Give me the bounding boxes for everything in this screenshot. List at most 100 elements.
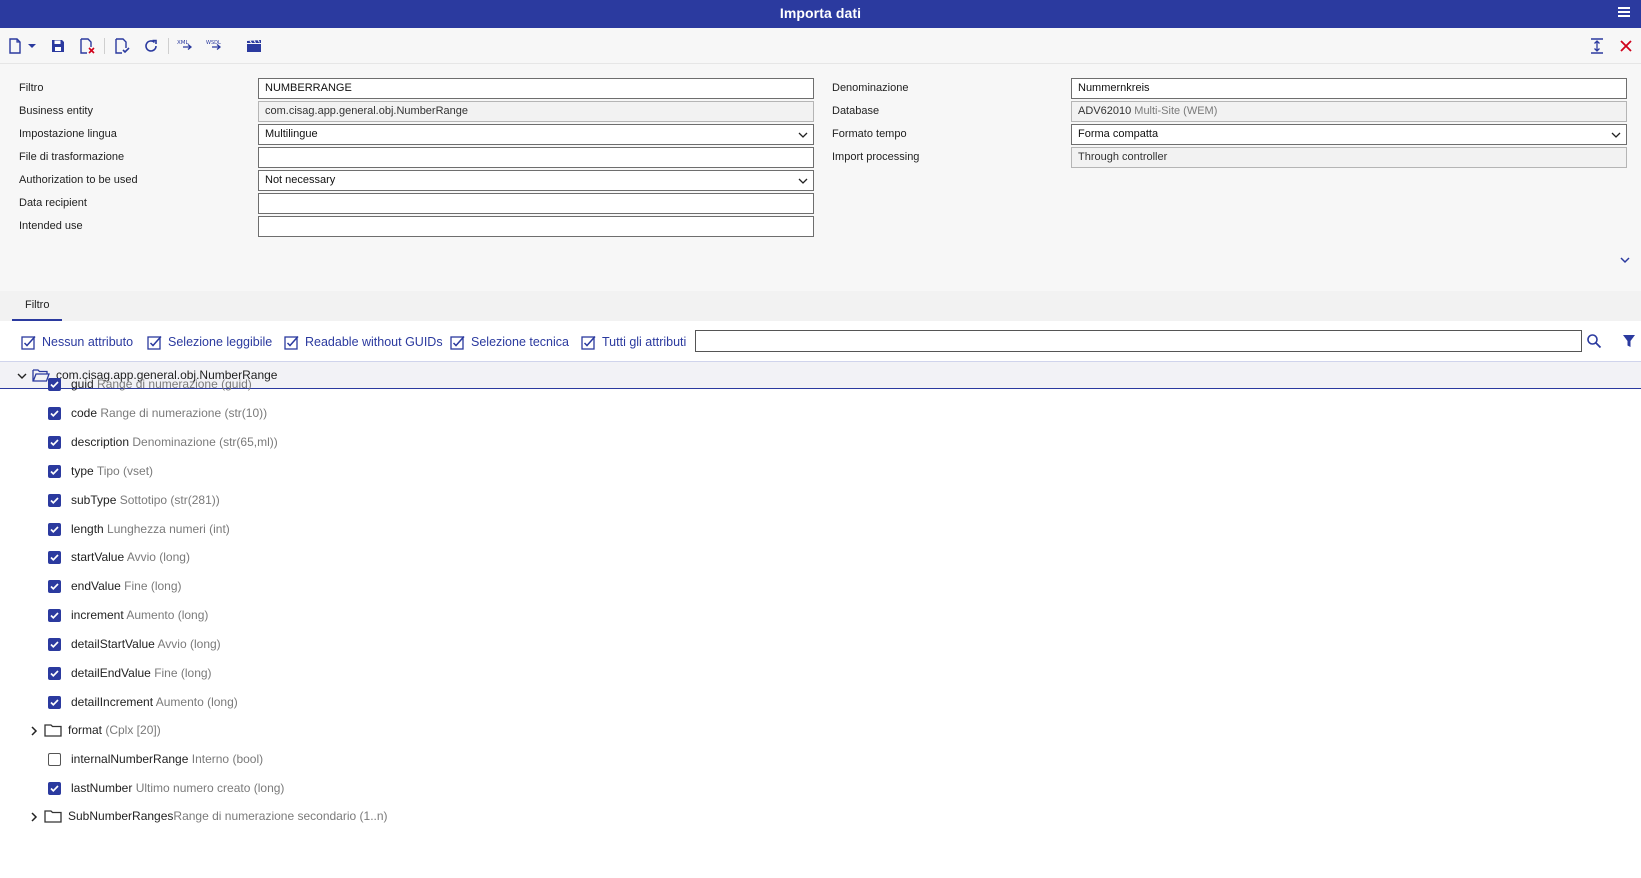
tree-attribute-row[interactable]: type Tipo (vset) <box>0 460 1641 486</box>
checkmark-icon <box>50 583 59 591</box>
attribute-name: internalNumberRange <box>71 752 189 766</box>
attribute-desc: Fine (long) <box>154 666 212 680</box>
transformation-file-input[interactable] <box>258 147 814 168</box>
attribute-checkbox[interactable] <box>48 580 61 593</box>
refresh-button[interactable] <box>142 37 160 55</box>
attribute-desc: Fine (long) <box>124 579 182 593</box>
tree-group-row[interactable]: SubNumberRangesRange di numerazione seco… <box>0 805 1641 831</box>
filter-icon[interactable] <box>1622 334 1636 348</box>
tree-attribute-row[interactable]: lastNumber Ultimo numero creato (long) <box>0 777 1641 803</box>
no-attributes-button[interactable]: Nessun attributo <box>21 333 133 351</box>
new-document-button[interactable] <box>6 37 24 55</box>
wsdl-export-icon: WSDL <box>206 40 222 50</box>
discard-button[interactable] <box>78 37 96 55</box>
attribute-name: detailEndValue <box>71 666 151 680</box>
attribute-checkbox[interactable] <box>48 436 61 449</box>
readable-without-guids-button[interactable]: Readable without GUIDs <box>284 333 443 351</box>
tab-filtro[interactable]: Filtro <box>12 291 63 321</box>
new-dropdown-button[interactable] <box>26 37 38 55</box>
close-button[interactable] <box>1617 37 1635 55</box>
time-format-label: Formato tempo <box>832 128 907 140</box>
tree-attribute-row[interactable]: detailStartValue Avvio (long) <box>0 633 1641 659</box>
attribute-checkbox[interactable] <box>48 494 61 507</box>
attribute-checkbox[interactable] <box>48 609 61 622</box>
intended-use-label: Intended use <box>19 220 83 232</box>
checkmark-icon <box>50 410 59 418</box>
tree-attribute-label: length Lunghezza numeri (int) <box>71 522 230 536</box>
tree-attribute-label: internalNumberRange Interno (bool) <box>71 752 263 766</box>
attribute-checkbox[interactable] <box>48 753 61 766</box>
document-delete-icon <box>80 38 95 54</box>
tree-attribute-label: description Denominazione (str(65,ml)) <box>71 435 278 449</box>
tree-group-row[interactable]: format (Cplx [20]) <box>0 719 1641 745</box>
attribute-checkbox[interactable] <box>48 465 61 478</box>
attribute-checkbox[interactable] <box>48 638 61 651</box>
tree-attribute-row[interactable]: code Range di numerazione (str(10)) <box>0 402 1641 428</box>
chevron-down-icon <box>798 178 808 184</box>
tree-attribute-row[interactable]: startValue Avvio (long) <box>0 546 1641 572</box>
technical-selection-button[interactable]: Selezione tecnica <box>450 333 569 351</box>
readable-selection-button[interactable]: Selezione leggibile <box>147 333 272 351</box>
tree-attribute-row[interactable]: endValue Fine (long) <box>0 575 1641 601</box>
tree-attribute-label: detailEndValue Fine (long) <box>71 666 212 680</box>
clapperboard-button[interactable] <box>245 37 263 55</box>
attribute-checkbox[interactable] <box>48 551 61 564</box>
readable-without-guids-label: Readable without GUIDs <box>305 335 443 349</box>
tab-bar: Filtro <box>0 291 1641 321</box>
time-format-value: Forma compatta <box>1078 128 1159 140</box>
tree-attribute-label: type Tipo (vset) <box>71 464 153 478</box>
tree-attribute-row[interactable]: length Lunghezza numeri (int) <box>0 518 1641 544</box>
attribute-desc: Tipo (vset) <box>96 464 154 478</box>
data-recipient-input[interactable] <box>258 193 814 214</box>
checkmark-icon <box>50 785 59 793</box>
attribute-desc: Avvio (long) <box>157 637 221 651</box>
attribute-checkbox[interactable] <box>48 667 61 680</box>
time-format-select[interactable]: Forma compatta <box>1071 124 1627 145</box>
denomination-input[interactable]: Nummernkreis <box>1071 78 1627 99</box>
attribute-name: lastNumber <box>71 781 133 795</box>
attribute-checkbox[interactable] <box>48 378 61 391</box>
chevron-down-icon <box>798 132 808 138</box>
attribute-desc: Ultimo numero creato (long) <box>135 781 285 795</box>
checklist-icon <box>147 335 162 350</box>
tree-attribute-row[interactable]: detailEndValue Fine (long) <box>0 662 1641 688</box>
tree-attribute-label: lastNumber Ultimo numero creato (long) <box>71 781 284 795</box>
tree-attribute-row[interactable]: subType Sottotipo (str(281)) <box>0 489 1641 515</box>
attribute-checkbox[interactable] <box>48 782 61 795</box>
attribute-desc: Aumento (long) <box>126 608 209 622</box>
tree-attribute-row[interactable]: guid Range di numerazione (guid) <box>0 373 1641 399</box>
search-icon[interactable] <box>1586 333 1602 349</box>
tree-attribute-row[interactable]: increment Aumento (long) <box>0 604 1641 630</box>
checkmark-icon <box>50 439 59 447</box>
attribute-checkbox[interactable] <box>48 696 61 709</box>
filter-input[interactable]: NUMBERRANGE <box>258 78 814 99</box>
attribute-name: type <box>71 464 94 478</box>
tree-attribute-label: detailStartValue Avvio (long) <box>71 637 221 651</box>
check-document-button[interactable] <box>113 37 131 55</box>
chevron-right-icon[interactable] <box>28 725 40 737</box>
intended-use-input[interactable] <box>258 216 814 237</box>
attribute-desc: Sottotipo (str(281)) <box>119 493 220 507</box>
save-button[interactable] <box>49 37 67 55</box>
language-setting-select[interactable]: Multilingue <box>258 124 814 145</box>
authorization-select[interactable]: Not necessary <box>258 170 814 191</box>
tree-attribute-row[interactable]: description Denominazione (str(65,ml)) <box>0 431 1641 457</box>
attribute-name: code <box>71 406 98 420</box>
clapperboard-icon <box>247 39 261 52</box>
hamburger-menu-icon[interactable] <box>1617 5 1631 19</box>
tree-attribute-row[interactable]: internalNumberRange Interno (bool) <box>0 748 1641 774</box>
tree-attribute-row[interactable]: detailIncrement Aumento (long) <box>0 691 1641 717</box>
attribute-checkbox[interactable] <box>48 407 61 420</box>
xml-export-button[interactable]: XML <box>176 37 198 55</box>
checklist-icon <box>284 335 299 350</box>
collapse-form-button[interactable] <box>1588 37 1606 55</box>
attribute-search-input[interactable] <box>695 330 1582 352</box>
attribute-checkbox[interactable] <box>48 523 61 536</box>
tree-attribute-label: guid Range di numerazione (guid) <box>71 377 252 391</box>
close-icon <box>1620 40 1632 52</box>
technical-selection-label: Selezione tecnica <box>471 335 569 349</box>
expand-form-chevron-icon[interactable] <box>1619 254 1631 266</box>
wsdl-export-button[interactable]: WSDL <box>205 37 227 55</box>
chevron-right-icon[interactable] <box>28 811 40 823</box>
all-attributes-button[interactable]: Tutti gli attributi <box>581 333 686 351</box>
